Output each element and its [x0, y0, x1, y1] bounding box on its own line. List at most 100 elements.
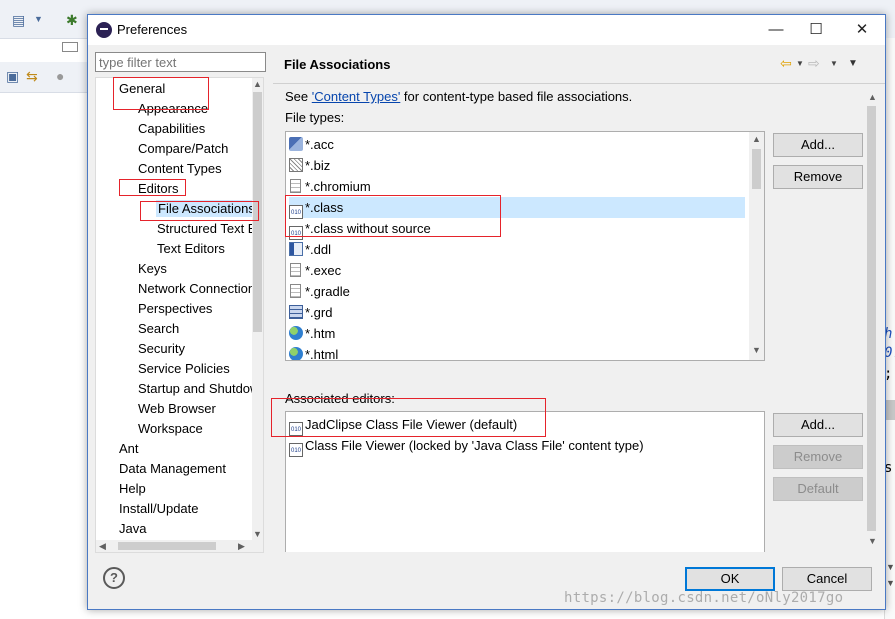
tree-item-startup-shutdown[interactable]: Startup and Shutdown — [138, 381, 263, 396]
list-item[interactable]: 010 Class File Viewer (locked by 'Java Cl… — [289, 435, 644, 457]
back-arrow-icon[interactable]: ⇦ — [780, 55, 792, 72]
list-item[interactable]: *.biz — [289, 155, 330, 176]
preference-tree[interactable]: General Appearance Capabilities Compare/… — [95, 77, 264, 553]
tree-item-appearance[interactable]: Appearance — [138, 101, 208, 116]
file-type-name: *.exec — [305, 263, 342, 278]
remove-file-type-button[interactable]: Remove — [773, 165, 863, 189]
list-item[interactable]: *.chromium — [289, 176, 371, 197]
cancel-button[interactable]: Cancel — [782, 567, 872, 591]
tree-item-data-management[interactable]: Data Management — [119, 461, 226, 476]
scroll-down-icon[interactable]: ▼ — [253, 529, 262, 539]
list-item[interactable]: *.html — [289, 344, 338, 360]
dialog-title: Preferences — [117, 22, 188, 37]
tree-item-general[interactable]: General — [119, 81, 165, 96]
list-item[interactable]: 010 JadClipse Class File Viewer (default) — [289, 414, 517, 436]
tree-item-java[interactable]: Java — [119, 521, 146, 536]
list-item[interactable]: 010 *.class without source — [289, 218, 431, 240]
scroll-down-icon[interactable]: ▼ — [752, 345, 761, 355]
add-file-type-button[interactable]: Add... — [773, 133, 863, 157]
add-editor-button[interactable]: Add... — [773, 413, 863, 437]
link-with-editor-icon[interactable]: ⇆ — [26, 68, 38, 85]
chevron-down-icon[interactable]: ▼ — [830, 59, 838, 68]
scroll-up-icon[interactable]: ▲ — [253, 79, 262, 89]
file-types-scrollbar[interactable]: ▲ ▼ — [749, 132, 764, 360]
tree-item-structured-text-editors[interactable]: Structured Text Editors — [157, 221, 263, 236]
scroll-left-icon[interactable]: ◀ — [99, 541, 106, 552]
chevron-down-icon[interactable]: ▼ — [796, 59, 804, 68]
grd-file-icon — [289, 305, 303, 319]
page-header: File Associations ⇦ ▼ ⇨ ▼ ▼ — [273, 49, 885, 84]
scroll-down-icon[interactable]: ▼ — [886, 562, 895, 572]
scrollbar-thumb[interactable] — [867, 106, 876, 531]
view-menu-icon[interactable]: ▼ — [848, 58, 858, 69]
panel-sash[interactable] — [265, 49, 271, 549]
content-types-link[interactable]: 'Content Types' — [312, 89, 401, 104]
list-item[interactable]: *.acc — [289, 134, 334, 155]
file-types-label: File types: — [285, 110, 345, 125]
help-icon[interactable]: ? — [103, 567, 125, 589]
scroll-down-icon[interactable]: ▼ — [886, 578, 895, 588]
list-item-selected[interactable]: 010 *.class — [289, 197, 745, 219]
minimize-button[interactable]: — — [761, 18, 791, 42]
list-item[interactable]: *.htm — [289, 323, 335, 344]
tree-item-network-connections[interactable]: Network Connections — [138, 281, 262, 296]
chevron-down-icon[interactable]: ▼ — [34, 14, 43, 24]
minimize-view-icon[interactable] — [62, 42, 78, 52]
scroll-up-icon[interactable]: ▲ — [752, 134, 761, 144]
list-item[interactable]: *.ddl — [289, 239, 331, 260]
tree-item-editors[interactable]: Editors — [138, 181, 178, 196]
scroll-up-icon[interactable]: ▲ — [868, 92, 877, 102]
list-item[interactable]: *.exec — [289, 260, 341, 281]
file-type-name: *.chromium — [305, 179, 371, 194]
maximize-button[interactable]: ☐ — [801, 18, 831, 42]
new-wizard-icon[interactable]: ▤ — [12, 12, 25, 29]
close-button[interactable]: ✕ — [847, 18, 877, 42]
acc-file-icon — [289, 137, 303, 151]
scroll-down-icon[interactable]: ▼ — [868, 536, 877, 546]
remove-editor-button[interactable]: Remove — [773, 445, 863, 469]
filter-input[interactable] — [95, 52, 266, 72]
default-editor-button[interactable]: Default — [773, 477, 863, 501]
tree-item-file-associations[interactable]: File Associations — [156, 200, 257, 217]
file-type-name: *.grd — [305, 305, 333, 320]
forward-arrow-icon[interactable]: ⇨ — [808, 55, 820, 72]
tree-item-install-update[interactable]: Install/Update — [119, 501, 199, 516]
scroll-right-icon[interactable]: ▶ — [238, 541, 245, 552]
tree-item-service-policies[interactable]: Service Policies — [138, 361, 230, 376]
view-menu-icon[interactable]: ● — [56, 68, 64, 84]
associated-editors-list[interactable]: 010 JadClipse Class File Viewer (default)… — [285, 411, 765, 552]
tree-item-search[interactable]: Search — [138, 321, 179, 336]
tree-item-help[interactable]: Help — [119, 481, 146, 496]
eclipse-icon — [96, 22, 112, 38]
page-title: File Associations — [284, 57, 391, 72]
tree-item-capabilities[interactable]: Capabilities — [138, 121, 205, 136]
preferences-dialog: Preferences — ☐ ✕ General Appearance Cap… — [87, 14, 886, 610]
scrollbar-thumb[interactable] — [752, 149, 761, 189]
file-type-name: *.gradle — [305, 284, 350, 299]
collapse-all-icon[interactable]: ▣ — [6, 68, 19, 85]
scrollbar-thumb[interactable] — [118, 542, 216, 550]
debug-icon[interactable]: ✱ — [66, 12, 78, 29]
watermark: https://blog.csdn.net/oNly2017go — [564, 590, 844, 606]
ok-button[interactable]: OK — [685, 567, 775, 591]
tree-item-compare-patch[interactable]: Compare/Patch — [138, 141, 228, 156]
tree-horizontal-scrollbar[interactable]: ◀ ▶ — [96, 540, 263, 552]
tree-item-perspectives[interactable]: Perspectives — [138, 301, 212, 316]
file-types-list[interactable]: *.acc *.biz *.chromium 010 *.class 010 *.c… — [285, 131, 765, 361]
tree-vertical-scrollbar[interactable]: ▲ ▼ — [252, 78, 263, 540]
dialog-titlebar[interactable]: Preferences — ☐ ✕ — [88, 15, 885, 45]
file-type-name: *.class without source — [305, 221, 431, 236]
page-vertical-scrollbar[interactable]: ▲ ▼ — [865, 90, 878, 548]
list-item[interactable]: *.grd — [289, 302, 332, 323]
scrollbar-thumb[interactable] — [253, 92, 262, 332]
tree-item-web-browser[interactable]: Web Browser — [138, 401, 216, 416]
tree-item-workspace[interactable]: Workspace — [138, 421, 203, 436]
tree-item-text-editors[interactable]: Text Editors — [157, 241, 225, 256]
file-associations-page: See 'Content Types' for content-type bas… — [273, 85, 885, 555]
tree-item-security[interactable]: Security — [138, 341, 185, 356]
tree-item-ant[interactable]: Ant — [119, 441, 139, 456]
tree-item-keys[interactable]: Keys — [138, 261, 167, 276]
list-item[interactable]: *.gradle — [289, 281, 350, 302]
tree-item-content-types[interactable]: Content Types — [138, 161, 222, 176]
file-type-name: *.class — [305, 200, 344, 215]
